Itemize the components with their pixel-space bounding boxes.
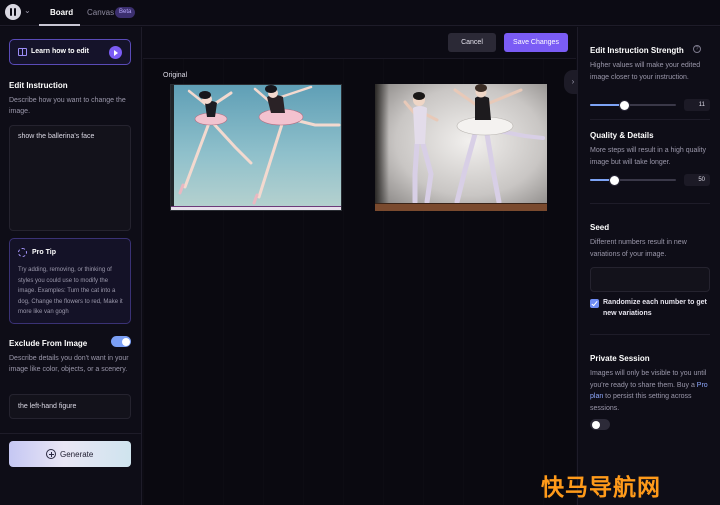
strength-description: Higher values will make your edited imag… — [590, 62, 701, 81]
strength-slider-knob[interactable] — [619, 100, 629, 110]
strength-value[interactable]: 11 — [684, 99, 710, 111]
original-image — [170, 84, 342, 211]
seed-description: Different numbers result in new variatio… — [590, 239, 687, 258]
right-divider — [590, 119, 710, 120]
sparkle-icon — [18, 248, 27, 257]
beta-badge: Beta — [115, 7, 136, 18]
learn-button-label: Learn how to edit — [31, 48, 89, 55]
quality-slider[interactable] — [590, 175, 676, 185]
generate-label: Generate — [60, 450, 94, 459]
edit-instruction-input[interactable]: show the ballerina's face — [9, 125, 131, 231]
strength-title: Edit Instruction Strength — [590, 46, 684, 55]
image-shade — [375, 84, 389, 211]
edit-instruction-value: show the ballerina's face — [18, 133, 95, 140]
image-edge — [171, 85, 174, 210]
app-logo-icon[interactable] — [5, 4, 21, 20]
pro-tip-card: Pro Tip Try adding, removing, or thinkin… — [9, 238, 131, 324]
private-session-description: Images will only be visible to you until… — [590, 368, 710, 414]
image-floor — [375, 203, 547, 211]
seed-input[interactable] — [590, 267, 710, 292]
left-divider — [0, 433, 141, 434]
private-desc-before: Images will only be visible to you until… — [590, 370, 707, 389]
watermark-text: 快马导航网 — [541, 475, 661, 501]
randomize-checkbox[interactable] — [590, 299, 599, 308]
play-icon — [109, 46, 122, 59]
generate-button[interactable]: Generate — [9, 441, 131, 467]
image-floor — [171, 206, 341, 210]
right-divider — [590, 334, 710, 335]
exclude-description: Describe details you don't want in your … — [9, 355, 129, 373]
active-tab-indicator — [39, 24, 80, 26]
quality-value[interactable]: 50 — [684, 174, 710, 186]
private-desc-after: to persist this setting across sessions. — [590, 393, 692, 412]
cancel-button[interactable]: Cancel — [448, 33, 496, 52]
edit-instruction-description: Describe how you want to change the imag… — [9, 97, 126, 115]
seed-title: Seed — [590, 223, 610, 232]
edited-image-art — [403, 84, 545, 205]
learn-how-to-edit-button[interactable]: Learn how to edit — [9, 39, 131, 65]
randomize-label[interactable]: Randomize each number to get new variati… — [603, 297, 708, 319]
original-image-art — [178, 85, 341, 205]
chevron-down-icon[interactable]: ⌄ — [24, 6, 31, 15]
exclude-title: Exclude From Image — [9, 339, 88, 348]
quality-description: More steps will result in a high quality… — [590, 147, 706, 166]
edited-image — [375, 84, 547, 211]
private-session-title: Private Session — [590, 354, 650, 363]
plus-circle-icon — [46, 449, 56, 459]
tab-canvas[interactable]: Canvas — [87, 8, 114, 17]
original-label: Original — [163, 72, 188, 79]
quality-title: Quality & Details — [590, 131, 654, 140]
book-icon — [18, 48, 27, 56]
pro-tip-text: Try adding, removing, or thinking of sty… — [18, 267, 123, 315]
exclude-input[interactable]: the left-hand figure — [9, 394, 131, 419]
info-icon[interactable]: ? — [693, 45, 701, 53]
exclude-value: the left-hand figure — [18, 403, 77, 410]
save-changes-button[interactable]: Save Changes — [504, 33, 568, 52]
tab-board[interactable]: Board — [50, 8, 73, 17]
top-bar: ⌄ Board Canvas Beta — [0, 0, 720, 26]
exclude-toggle[interactable] — [111, 336, 131, 347]
right-divider — [590, 203, 710, 204]
strength-slider[interactable] — [590, 100, 676, 110]
pro-tip-title: Pro Tip — [32, 249, 56, 256]
quality-slider-knob[interactable] — [609, 175, 619, 185]
edit-instruction-title: Edit Instruction — [9, 81, 68, 90]
private-session-toggle[interactable] — [590, 419, 610, 430]
